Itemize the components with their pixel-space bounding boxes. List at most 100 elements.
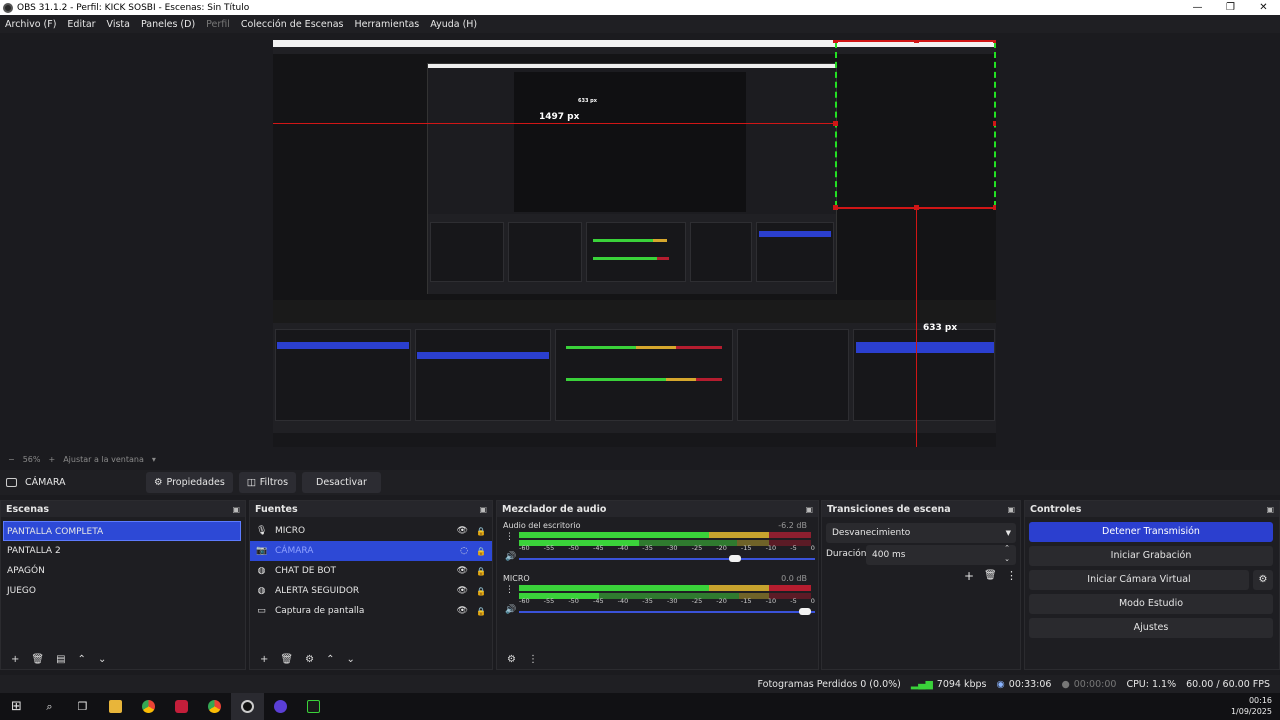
mixer-channel-desktop: Audio del escritorio -6.2 dB ⋮ -60 -55 -50… [503,521,815,562]
app-circle-icon[interactable] [264,693,297,720]
filters-button[interactable]: ◫ Filtros [238,472,297,493]
lock-icon[interactable]: 🔒 [476,567,486,576]
menu-editar[interactable]: Editar [62,19,101,30]
move-down-icon[interactable]: ⌄ [346,654,354,665]
undock-icon[interactable]: ▣ [1007,505,1015,514]
move-down-icon[interactable]: ⌄ [98,654,106,665]
system-clock[interactable]: 00:16 1/09/2025 [1231,695,1272,717]
virtual-camera-settings-icon[interactable]: ⚙ [1253,570,1273,590]
video-app-icon[interactable] [165,693,198,720]
lock-icon[interactable]: 🔒 [476,607,486,616]
undock-icon[interactable]: ▣ [479,505,487,514]
trash-icon[interactable]: 🗑 [984,570,997,581]
window-controls: — ❐ ✕ [1181,0,1280,15]
trash-icon[interactable]: 🗑 [31,654,44,665]
eye-icon[interactable]: 👁 [457,526,468,536]
filter-icon[interactable]: ▤ [56,654,65,665]
start-recording-button[interactable]: Iniciar Grabación [1029,546,1273,566]
move-up-icon[interactable]: ⌃ [326,654,334,665]
kebab-icon[interactable]: ⋮ [1006,569,1017,582]
source-item-micro[interactable]: 🎙 MICRO 👁 🔒 [250,521,492,541]
scene-item[interactable]: PANTALLA 2 [1,541,245,561]
eye-icon[interactable]: 👁 [457,606,468,616]
eye-hidden-icon[interactable]: ◌ [460,546,468,556]
meter-ticks: -60 -55 -50 -45 -40 -35 -30 -25 -20 -15 -10 -5 0 [519,544,815,552]
file-explorer-icon[interactable] [99,693,132,720]
zoom-out-button[interactable]: − [8,455,15,464]
nested-taskbar [273,433,996,447]
maximize-icon[interactable]: ❐ [1214,0,1247,15]
zoom-in-button[interactable]: + [48,455,55,464]
chrome-profile-icon[interactable] [198,693,231,720]
menu-coleccion-escenas[interactable]: Colección de Escenas [236,19,350,30]
task-view-icon[interactable]: ❐ [66,693,99,720]
volume-slider[interactable] [519,608,815,615]
meter-ticks: -60 -55 -50 -45 -40 -35 -30 -25 -20 -15 -10 -5 0 [519,597,815,605]
transition-select[interactable]: Desvanecimiento ▼ [826,523,1016,543]
source-item-chat-bot[interactable]: ◍ CHAT DE BOT 👁 🔒 [250,561,492,581]
minimize-icon[interactable]: — [1181,0,1214,15]
advanced-audio-icon[interactable]: ⚙ [507,654,516,665]
kebab-icon[interactable]: ⋮ [505,532,514,542]
menu-vista[interactable]: Vista [102,19,136,30]
chrome-icon[interactable] [132,693,165,720]
undock-icon[interactable]: ▣ [1266,505,1274,514]
trash-icon[interactable]: 🗑 [280,654,293,665]
spin-icon[interactable]: ⌃ ⌄ [1004,543,1010,565]
zoom-dropdown-icon[interactable]: ▾ [152,455,156,464]
studio-mode-button[interactable]: Modo Estudio [1029,594,1273,614]
add-icon[interactable]: + [964,569,974,583]
menu-perfil[interactable]: Perfil [201,19,236,30]
properties-button[interactable]: ⚙ Propiedades [146,472,233,493]
microphone-icon: 🎙 [256,526,268,536]
menu-herramientas[interactable]: Herramientas [350,19,426,30]
volume-slider[interactable] [519,555,815,562]
lock-icon[interactable]: 🔒 [476,527,486,536]
transitions-dock: Transiciones de escena ▣ Desvanecimiento ▼… [821,500,1021,670]
settings-button[interactable]: Ajustes [1029,618,1273,638]
speaker-icon[interactable]: 🔊 [505,552,516,562]
channel-name: Audio del escritorio [503,521,581,530]
close-icon[interactable]: ✕ [1247,0,1280,15]
kebab-icon[interactable]: ⋮ [528,654,538,665]
scene-item[interactable]: PANTALLA COMPLETA [3,521,241,541]
undock-icon[interactable]: ▣ [805,505,813,514]
lock-icon[interactable]: 🔒 [476,547,486,556]
duration-input[interactable]: 400 ms ⌃ ⌄ [866,543,1016,565]
add-icon[interactable]: + [260,654,268,665]
gear-icon[interactable]: ⚙ [305,654,314,665]
source-item-alerta[interactable]: ◍ ALERTA SEGUIDOR 👁 🔒 [250,581,492,601]
eye-icon[interactable]: 👁 [457,566,468,576]
menu-archivo[interactable]: Archivo (F) [0,19,62,30]
source-item-captura[interactable]: ▭ Captura de pantalla 👁 🔒 [250,601,492,621]
volume-slider-handle[interactable] [729,555,741,562]
search-icon[interactable]: ⌕ [33,693,66,720]
menu-paneles[interactable]: Paneles (D) [136,19,201,30]
windows-start-icon[interactable]: ⊞ [0,693,33,720]
menu-ayuda[interactable]: Ayuda (H) [425,19,483,30]
start-virtual-camera-button[interactable]: Iniciar Cámara Virtual [1029,570,1249,590]
kebab-icon[interactable]: ⋮ [505,585,514,595]
preview-canvas[interactable]: 1497 px 633 px 633 px [273,40,996,447]
clock-time: 00:16 [1248,696,1272,705]
preview-area[interactable]: 1497 px 633 px 633 px [0,33,1280,453]
measure-vertical-label: 633 px [923,323,958,333]
eye-icon[interactable]: 👁 [457,586,468,596]
undock-icon[interactable]: ▣ [232,505,240,514]
speaker-icon[interactable]: 🔊 [505,605,516,615]
scene-item[interactable]: JUEGO [1,581,245,601]
status-bar: Fotogramas Perdidos 0 (0.0%) ▂▄▆ 7094 kb… [0,675,1280,693]
stop-stream-button[interactable]: Detener Transmisión [1029,522,1273,542]
selected-source: CÁMARA [6,477,146,488]
epic-games-icon[interactable] [297,693,330,720]
scene-item[interactable]: APAGÓN [1,561,245,581]
move-up-icon[interactable]: ⌃ [78,654,86,665]
source-item-camara[interactable]: 📷 CÁMARA ◌ 🔒 [250,541,492,561]
add-icon[interactable]: + [11,654,19,665]
volume-slider-handle[interactable] [799,608,811,615]
obs-taskbar-icon[interactable] [231,693,264,720]
deactivate-button[interactable]: Desactivar [302,472,381,493]
fit-window-option[interactable]: Ajustar a la ventana [63,455,144,464]
clock-date: 1/09/2025 [1230,707,1272,716]
lock-icon[interactable]: 🔒 [476,587,486,596]
